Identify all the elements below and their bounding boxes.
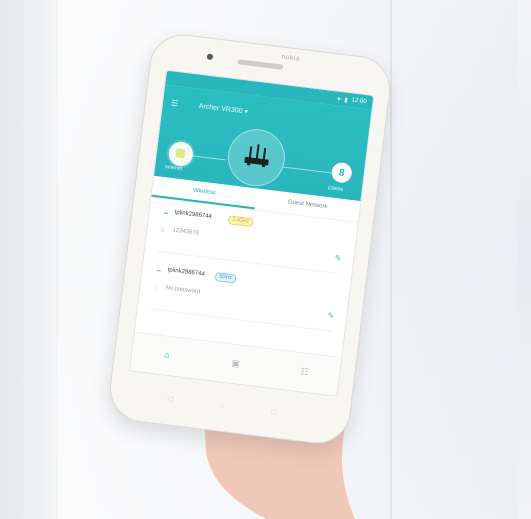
network-name: tplink2986744 [167, 267, 206, 278]
router-icon[interactable] [224, 125, 289, 190]
bottom-navigation: ⌂ ▣ ☷ [130, 331, 342, 396]
tools-icon: ▣ [230, 357, 241, 369]
home-button-icon[interactable]: ○ [219, 401, 225, 412]
back-icon[interactable]: ◁ [166, 394, 173, 405]
phone-brand: nokia [280, 53, 301, 63]
nav-home[interactable]: ⌂ [145, 339, 188, 372]
client-count-badge[interactable]: 8 [330, 161, 353, 184]
network-password: No password [165, 285, 201, 296]
nav-tools[interactable]: ▣ [214, 348, 257, 381]
menu-icon[interactable]: ☰ [170, 98, 181, 108]
edit-icon[interactable]: ✎ [327, 311, 335, 321]
wifi-network-card-5ghz[interactable]: ⌁ tplink2986744 5GHz ◌ No password ✎ [149, 260, 339, 332]
connection-line-left [190, 155, 226, 161]
internet-icon[interactable] [167, 140, 195, 168]
edit-icon[interactable]: ✎ [334, 253, 342, 263]
smartphone: nokia ▾ ▮ 12:00 ☰ Archer VR300 ▾ Interne… [106, 30, 394, 448]
band-badge: 2.4GHz [227, 215, 254, 228]
wifi-icon: ⌁ [155, 265, 162, 276]
nav-more[interactable]: ☷ [283, 356, 326, 389]
clients-label: Clients [327, 185, 344, 193]
product-photo-scene: nokia ▾ ▮ 12:00 ☰ Archer VR300 ▾ Interne… [0, 0, 531, 519]
system-navigation: ◁ ○ □ [166, 394, 276, 417]
battery-icon: ▮ [343, 96, 348, 104]
phone-body: nokia ▾ ▮ 12:00 ☰ Archer VR300 ▾ Interne… [106, 30, 394, 448]
more-icon: ☷ [299, 365, 310, 377]
wifi-icon: ⌁ [163, 208, 169, 218]
front-camera-icon [206, 53, 214, 61]
app-screen: ▾ ▮ 12:00 ☰ Archer VR300 ▾ Internet 8 Cl… [128, 69, 375, 397]
home-icon: ⌂ [163, 348, 171, 360]
internet-label: Internet [164, 164, 183, 173]
band-badge: 5GHz [214, 272, 237, 284]
clock: 12:00 [351, 97, 367, 106]
router-title[interactable]: Archer VR300 ▾ [198, 102, 248, 116]
background-door [0, 0, 58, 519]
network-name: tplink2986744 [174, 209, 213, 221]
lock-icon: ⌂ [160, 226, 166, 234]
connection-line-right [282, 166, 333, 174]
recent-apps-icon[interactable]: □ [271, 407, 277, 418]
lock-icon: ◌ [152, 283, 158, 292]
signal-icon: ▾ [336, 96, 341, 103]
speaker-grille [237, 59, 284, 70]
network-password: 12345678 [172, 227, 200, 237]
router-graphic-icon [244, 144, 269, 168]
